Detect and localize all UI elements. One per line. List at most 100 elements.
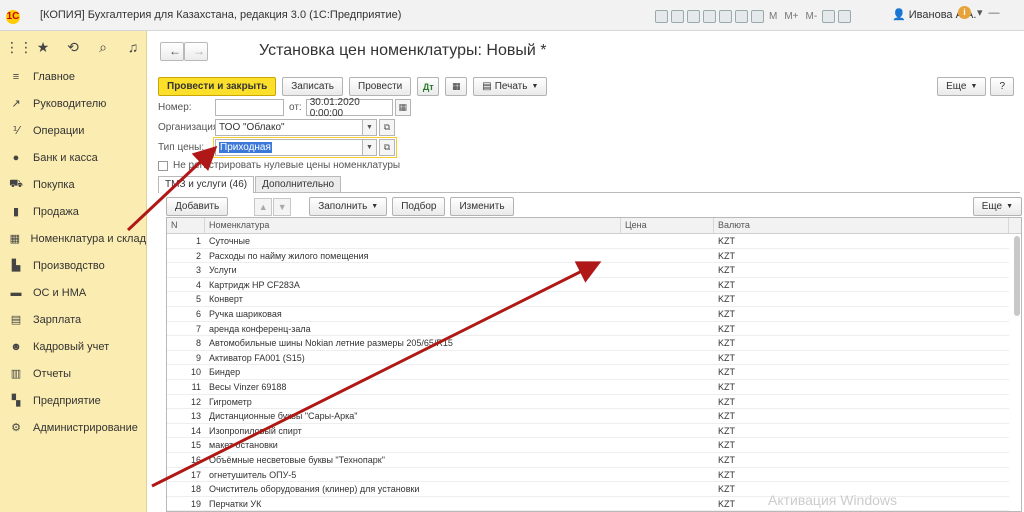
row-currency[interactable]: KZT	[714, 395, 1009, 410]
row-currency[interactable]: KZT	[714, 468, 1009, 483]
sidebar-item-reports[interactable]: ▥ Отчеты	[0, 360, 146, 387]
sidebar-item-fixed-assets[interactable]: ▬ ОС и НМА	[0, 279, 146, 306]
row-number[interactable]: 8	[167, 336, 205, 351]
sidebar-item-warehouse[interactable]: ▦ Номенклатура и склад	[0, 225, 146, 252]
row-price[interactable]	[621, 438, 714, 453]
minimize-icon[interactable]: —	[989, 7, 1000, 19]
row-currency[interactable]: KZT	[714, 453, 1009, 468]
sidebar-item-enterprise[interactable]: ▚ Предприятие	[0, 387, 146, 414]
table-row[interactable]: 4 Картридж HP CF283A KZT	[167, 278, 1021, 293]
row-currency[interactable]: KZT	[714, 409, 1009, 424]
row-price[interactable]	[621, 453, 714, 468]
table-row[interactable]: 5 Конверт KZT	[167, 292, 1021, 307]
row-item-name[interactable]: Дистанционные буквы "Сары-Арка"	[205, 409, 621, 424]
date-field[interactable]: 30.01.2020 0:00:00	[305, 97, 393, 119]
row-price[interactable]	[621, 424, 714, 439]
row-item-name[interactable]: Активатор FA001 (S15)	[205, 351, 621, 366]
row-number[interactable]: 1	[167, 234, 205, 249]
row-price[interactable]	[621, 351, 714, 366]
number-field[interactable]	[215, 99, 284, 116]
row-item-name[interactable]: макет остановки	[205, 438, 621, 453]
fill-button[interactable]: Заполнить ▼	[309, 197, 388, 216]
move-down-icon[interactable]: ▼	[273, 197, 292, 216]
back-button[interactable]: ←	[160, 42, 184, 61]
row-price[interactable]	[621, 336, 714, 351]
apps-grid-icon[interactable]: ⋮⋮	[5, 39, 33, 56]
row-currency[interactable]: KZT	[714, 234, 1009, 249]
zero-prices-checkbox-row[interactable]: Не регистрировать нулевые цены номенклат…	[158, 160, 400, 171]
row-price[interactable]	[621, 278, 714, 293]
row-price[interactable]	[621, 482, 714, 497]
row-number[interactable]: 15	[167, 438, 205, 453]
print-button[interactable]: ▤ Печать ▼	[473, 77, 548, 96]
row-number[interactable]: 12	[167, 395, 205, 410]
tab-additional[interactable]: Дополнительно	[255, 176, 342, 192]
sidebar-item-sales[interactable]: ▮ Продажа	[0, 198, 146, 225]
table-row[interactable]: 17 огнетушитель ОПУ-5 KZT	[167, 468, 1021, 483]
calendar-icon[interactable]	[735, 9, 748, 23]
calculator-icon[interactable]	[751, 9, 764, 23]
table-row[interactable]: 6 Ручка шариковая KZT	[167, 307, 1021, 322]
row-price[interactable]	[621, 263, 714, 278]
row-currency[interactable]: KZT	[714, 307, 1009, 322]
preview-icon[interactable]	[687, 9, 700, 23]
table-row[interactable]: 12 Гигрометр KZT	[167, 395, 1021, 410]
column-price[interactable]: Цена	[621, 218, 714, 233]
row-price[interactable]	[621, 365, 714, 380]
forward-button[interactable]: →	[184, 42, 208, 61]
history-icon[interactable]: ⟲	[65, 39, 81, 56]
change-button[interactable]: Изменить	[450, 197, 514, 216]
debit-credit-icon[interactable]: Дт	[417, 77, 440, 96]
row-number[interactable]: 18	[167, 482, 205, 497]
row-number[interactable]: 6	[167, 307, 205, 322]
row-currency[interactable]: KZT	[714, 322, 1009, 337]
structure-icon[interactable]: ▦	[445, 77, 468, 96]
save-icon[interactable]	[655, 9, 668, 23]
sidebar-item-operations[interactable]: ⅟ Операции	[0, 117, 146, 144]
upload-icon[interactable]	[703, 9, 716, 23]
more-button[interactable]: Еще ▼	[937, 77, 987, 96]
row-currency[interactable]: KZT	[714, 380, 1009, 395]
row-item-name[interactable]: Очиститель оборудования (клинер) для уст…	[205, 482, 621, 497]
table-row[interactable]: 8 Автомобильные шины Nokian летние размер…	[167, 336, 1021, 351]
sidebar-item-purchases[interactable]: ⛟ Покупка	[0, 171, 146, 198]
info-icon[interactable]: i	[958, 6, 971, 19]
table-row[interactable]: 11 Весы Vinzer 69188 KZT	[167, 380, 1021, 395]
row-price[interactable]	[621, 292, 714, 307]
zoom-icon[interactable]	[822, 9, 836, 23]
row-price[interactable]	[621, 380, 714, 395]
table-row[interactable]: 2 Расходы по найму жилого помещения KZT	[167, 249, 1021, 264]
link-icon[interactable]	[719, 9, 732, 23]
row-price[interactable]	[621, 409, 714, 424]
table-more-button[interactable]: Еще ▼	[972, 197, 1022, 216]
table-row[interactable]: 16 Объёмные несветовые буквы "Технопарк" K…	[167, 453, 1021, 468]
row-item-name[interactable]: Биндер	[205, 365, 621, 380]
vertical-scrollbar[interactable]	[1014, 236, 1020, 316]
row-currency[interactable]: KZT	[714, 278, 1009, 293]
column-currency[interactable]: Валюта	[714, 218, 1009, 233]
row-number[interactable]: 14	[167, 424, 205, 439]
table-row[interactable]: 10 Биндер KZT	[167, 365, 1021, 380]
sidebar-item-main[interactable]: ≡ Главное	[0, 63, 146, 90]
row-item-name[interactable]: огнетушитель ОПУ-5	[205, 468, 621, 483]
sidebar-item-production[interactable]: ▙ Производство	[0, 252, 146, 279]
row-number[interactable]: 16	[167, 453, 205, 468]
row-price[interactable]	[621, 322, 714, 337]
row-number[interactable]: 2	[167, 249, 205, 264]
menu-dropdown-icon[interactable]: ▾	[977, 6, 983, 19]
table-row[interactable]: 14 Изопропиловый спирт KZT	[167, 424, 1021, 439]
row-item-name[interactable]: Изопропиловый спирт	[205, 424, 621, 439]
sidebar-item-hr[interactable]: ☻ Кадровый учет	[0, 333, 146, 360]
column-name[interactable]: Номенклатура	[205, 218, 621, 233]
post-button[interactable]: Провести	[349, 77, 412, 96]
row-currency[interactable]: KZT	[714, 263, 1009, 278]
row-number[interactable]: 9	[167, 351, 205, 366]
panel-icon[interactable]	[838, 9, 852, 23]
table-row[interactable]: 15 макет остановки KZT	[167, 438, 1021, 453]
sidebar-item-management[interactable]: ↗ Руководителю	[0, 90, 146, 117]
row-price[interactable]	[621, 395, 714, 410]
row-item-name[interactable]: Ручка шариковая	[205, 307, 621, 322]
row-item-name[interactable]: Суточные	[205, 234, 621, 249]
memory-plus-button[interactable]: M+	[782, 11, 800, 22]
sidebar-item-bank[interactable]: ● Банк и касса	[0, 144, 146, 171]
